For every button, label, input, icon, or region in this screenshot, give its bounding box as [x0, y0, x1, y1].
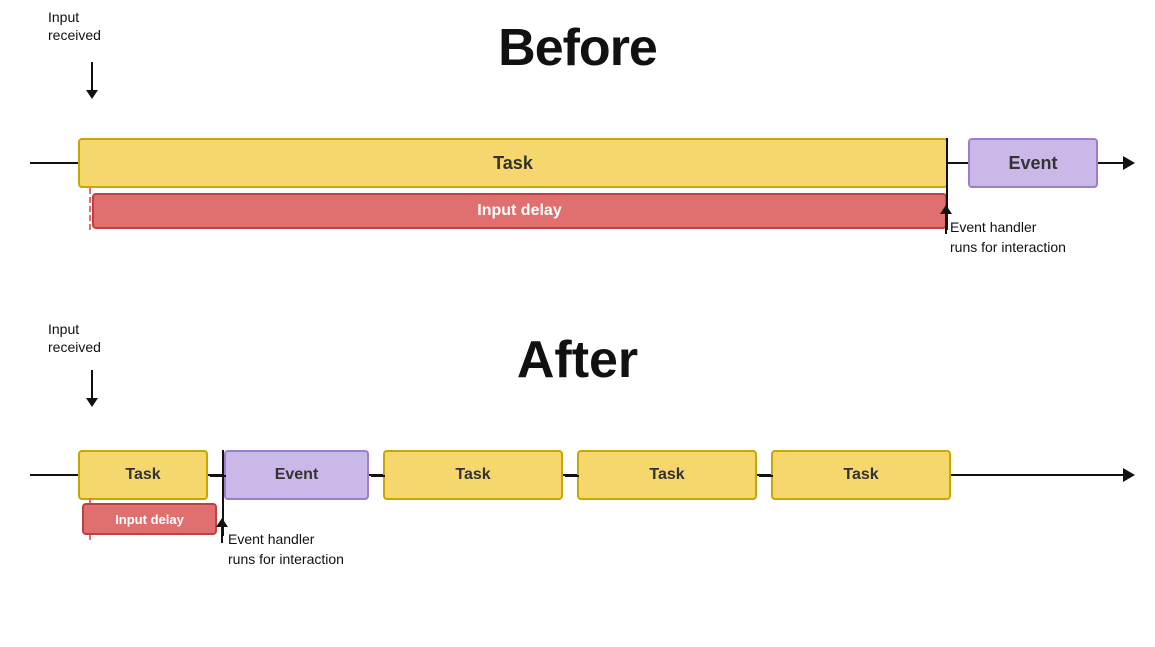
- connector-3: [565, 475, 579, 477]
- dotted-line-before: [89, 188, 91, 230]
- connector-4: [759, 475, 773, 477]
- before-title: Before: [498, 18, 657, 78]
- task-bar-after-4: Task: [771, 450, 951, 500]
- arrow-down-before: [86, 62, 98, 99]
- event-bar-before: Event: [968, 138, 1098, 188]
- after-title: After: [517, 330, 638, 390]
- arrow-down-after: [86, 370, 98, 407]
- input-received-after-label: Input received: [48, 320, 101, 356]
- timeline-arrow-before: [1123, 156, 1135, 170]
- task-bar-before: Task: [78, 138, 948, 188]
- input-received-before-label: Input received: [48, 8, 101, 44]
- input-delay-after: Input delay: [82, 503, 217, 535]
- connector-2: [371, 475, 385, 477]
- timeline-arrow-after: [1123, 468, 1135, 482]
- task-bar-after-3: Task: [577, 450, 757, 500]
- task-bar-after-2: Task: [383, 450, 563, 500]
- event-handler-label-after: Event handler runs for interaction: [228, 530, 344, 569]
- arrow-up-after: [216, 518, 228, 543]
- event-handler-label-before: Event handler runs for interaction: [950, 218, 1066, 257]
- event-bar-after: Event: [224, 450, 369, 500]
- connector-1: [210, 475, 226, 477]
- diagram: Before Input received Task Event Input d…: [0, 0, 1155, 647]
- task-bar-after-1: Task: [78, 450, 208, 500]
- input-delay-before: Input delay: [92, 193, 947, 229]
